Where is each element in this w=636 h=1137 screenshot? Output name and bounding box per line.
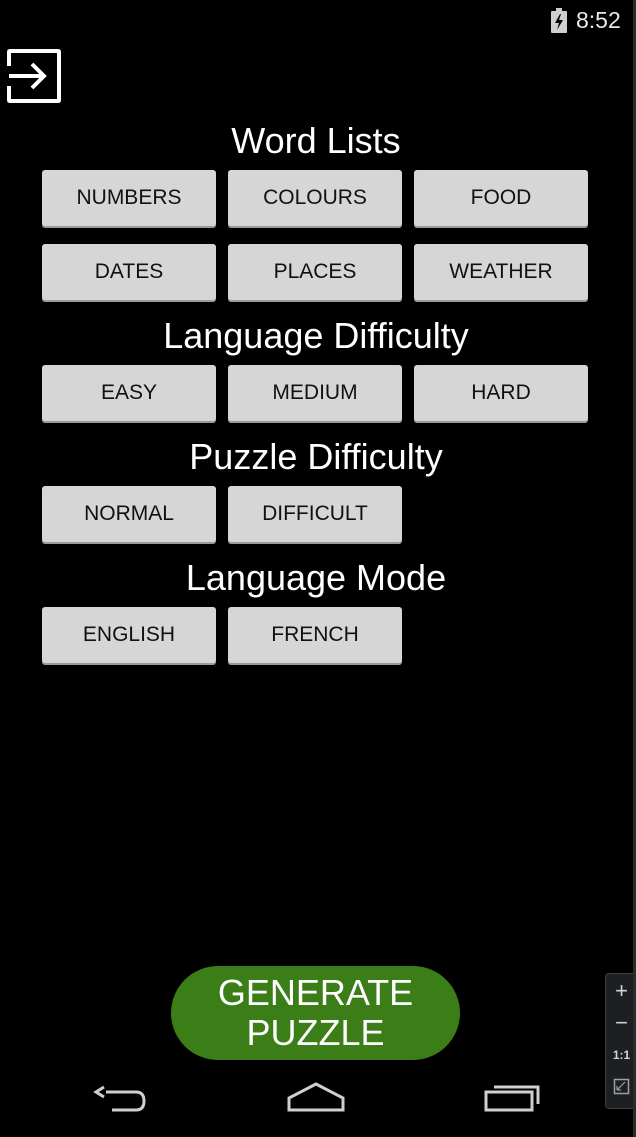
fit-screen-icon[interactable] [613, 1078, 630, 1095]
food-button[interactable]: FOOD [414, 170, 588, 226]
places-button[interactable]: PLACES [228, 244, 402, 300]
generate-label-line2: PUZZLE [246, 1012, 385, 1053]
status-bar: 8:52 [0, 0, 636, 42]
weather-button[interactable]: WEATHER [414, 244, 588, 300]
french-button[interactable]: FRENCH [228, 607, 402, 663]
exit-arrow-icon [7, 49, 61, 103]
zoom-in-button[interactable]: + [606, 978, 636, 1004]
generate-label-line1: GENERATE [217, 972, 414, 1013]
puzzle-difficulty-title: Puzzle Difficulty [189, 436, 443, 477]
colours-button[interactable]: COLOURS [228, 170, 402, 226]
back-arrow-icon[interactable] [92, 1084, 150, 1116]
battery-charging-icon [551, 8, 567, 33]
hard-button[interactable]: HARD [414, 365, 588, 421]
zoom-panel: + − 1:1 [605, 973, 636, 1109]
recent-apps-icon[interactable] [482, 1082, 542, 1114]
generate-puzzle-button[interactable]: GENERATE PUZZLE [171, 966, 460, 1060]
exit-button[interactable] [6, 48, 62, 104]
language-difficulty-title: Language Difficulty [163, 315, 469, 356]
difficult-button[interactable]: DIFFICULT [228, 486, 402, 542]
numbers-button[interactable]: NUMBERS [42, 170, 216, 226]
home-icon[interactable] [285, 1082, 347, 1114]
word-lists-title: Word Lists [231, 120, 401, 161]
english-button[interactable]: ENGLISH [42, 607, 216, 663]
normal-button[interactable]: NORMAL [42, 486, 216, 542]
medium-button[interactable]: MEDIUM [228, 365, 402, 421]
easy-button[interactable]: EASY [42, 365, 216, 421]
actual-size-button[interactable]: 1:1 [606, 1048, 636, 1062]
navigation-bar [0, 1070, 636, 1137]
language-mode-title: Language Mode [185, 557, 447, 598]
zoom-out-button[interactable]: − [606, 1010, 636, 1036]
status-time: 8:52 [576, 7, 621, 33]
dates-button[interactable]: DATES [42, 244, 216, 300]
